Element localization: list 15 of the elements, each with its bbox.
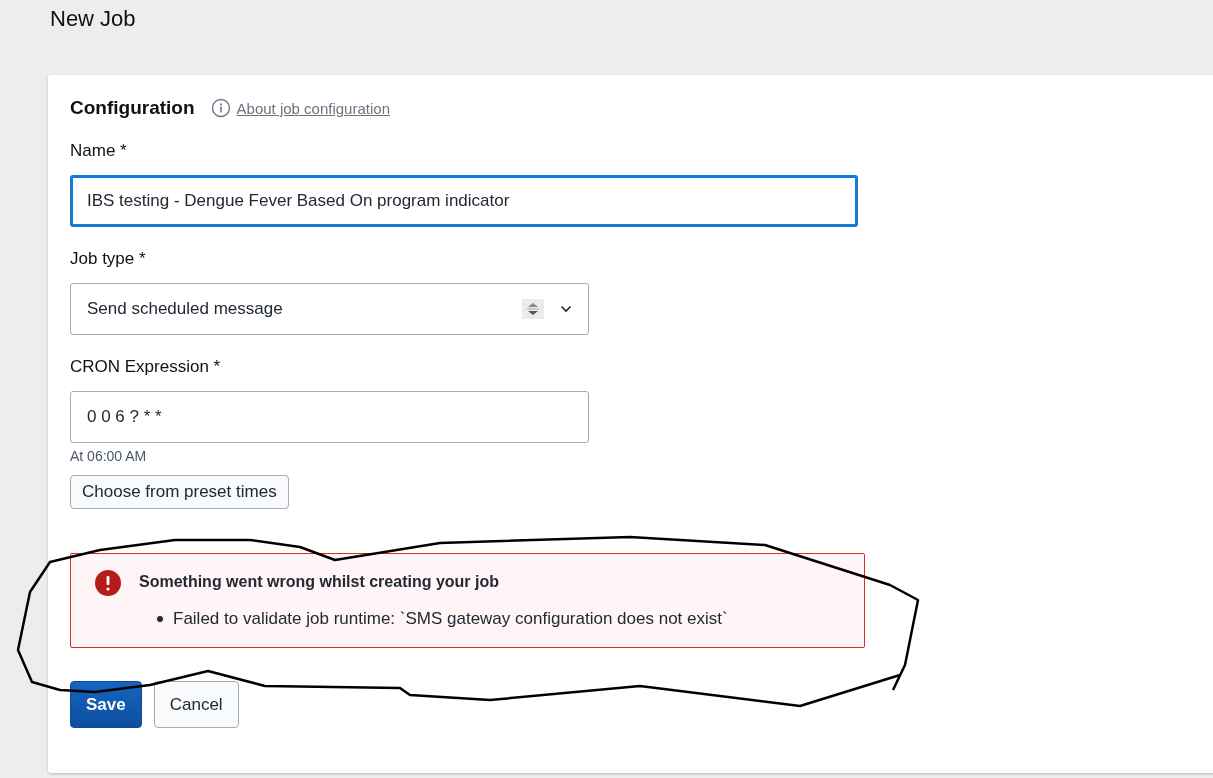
page-title: New Job (49, 5, 137, 33)
preset-times-button[interactable]: Choose from preset times (70, 475, 289, 509)
help-link[interactable]: About job configuration (236, 99, 390, 117)
section-title: Configuration (70, 97, 195, 119)
error-title: Something went wrong whilst creating your job (139, 573, 500, 591)
save-button[interactable]: Save (70, 681, 142, 728)
error-message: Failed to validate job runtime: `SMS gateway configuration does not exist` (173, 609, 728, 629)
help-text: At 06:00 AM (70, 448, 148, 464)
field-label: CRON Expression * (70, 357, 222, 377)
cancel-button[interactable]: Cancel (153, 681, 239, 728)
field-label: Job type * (70, 249, 147, 269)
select-field[interactable]: Send scheduled message (70, 283, 589, 335)
input-field[interactable]: IBS testing - Dengue Fever Based On program indicator (70, 175, 858, 227)
field-label: Name * (70, 141, 128, 161)
input-field[interactable]: 0 0 6 ? * * (70, 391, 589, 443)
